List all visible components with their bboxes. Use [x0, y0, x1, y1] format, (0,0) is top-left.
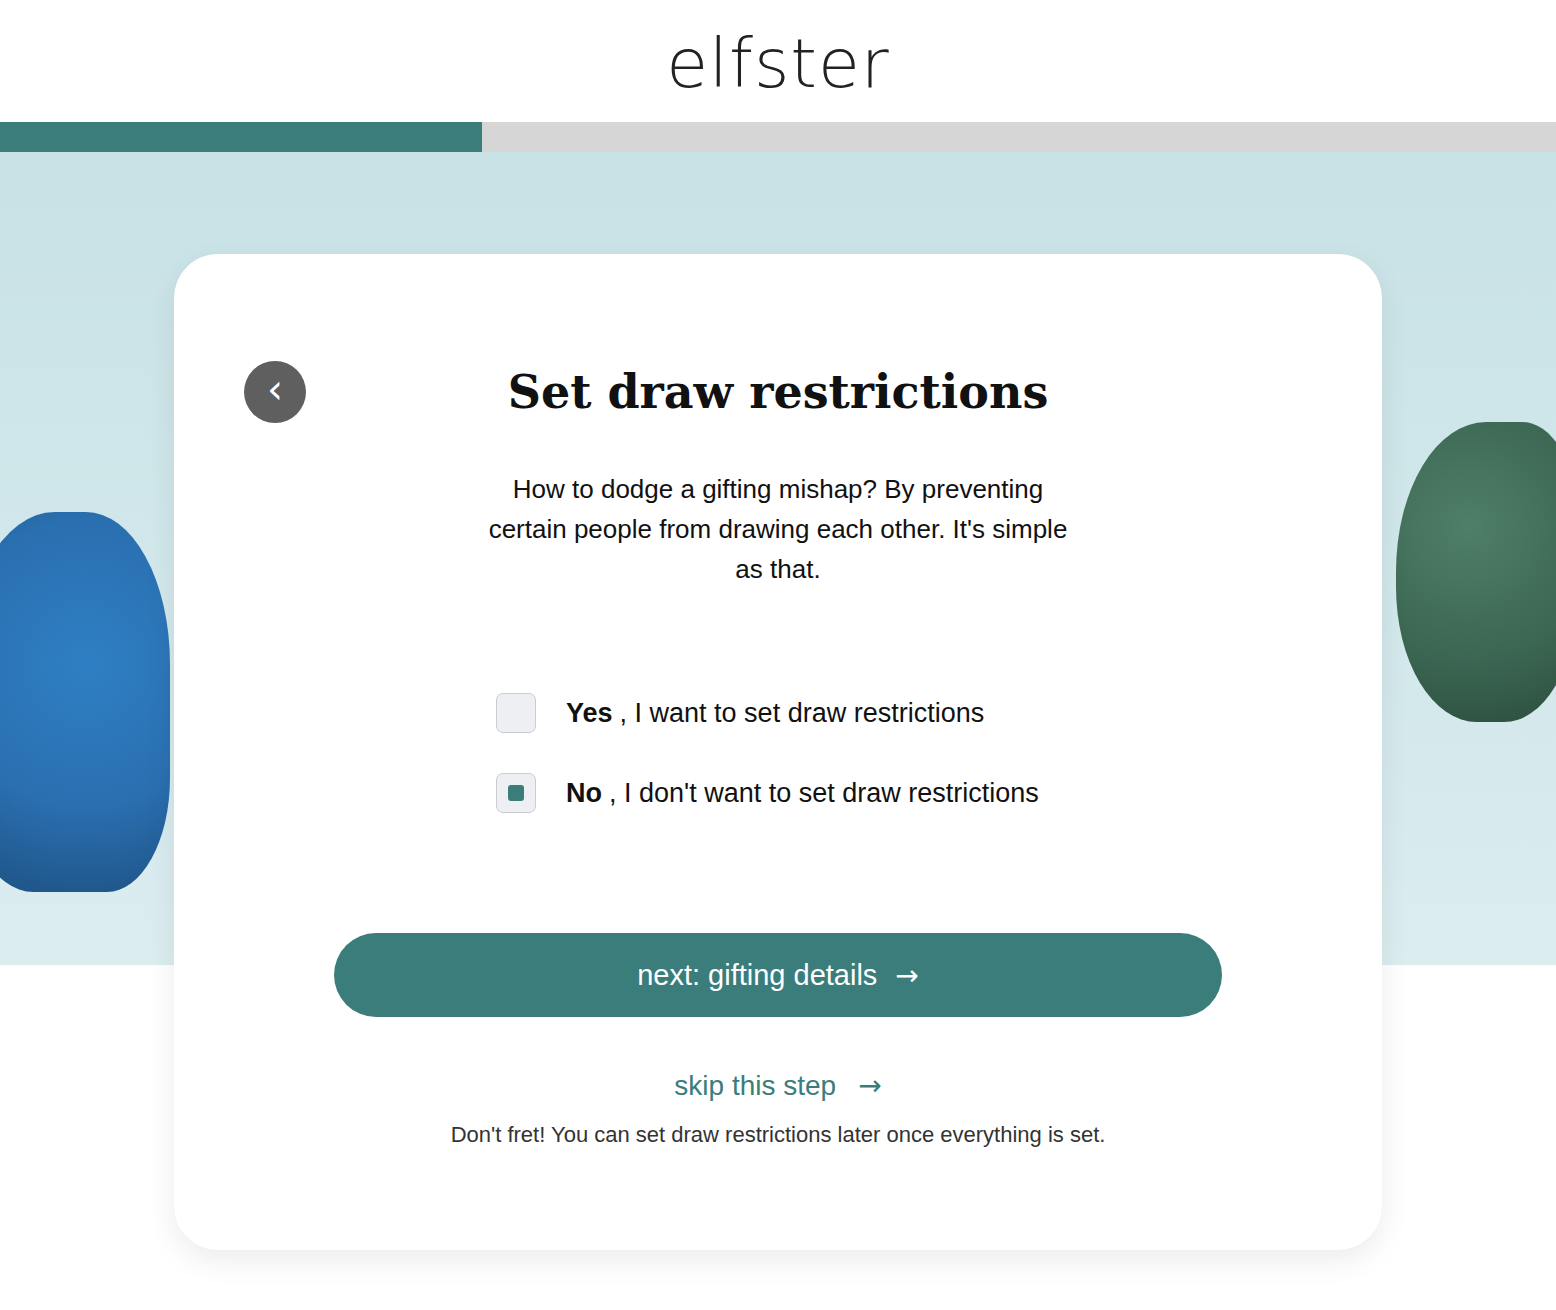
next-label: next: gifting details: [637, 959, 877, 992]
arrow-right-icon: →: [858, 1069, 881, 1102]
page: elfster ‹Set draw restrictions How to dodg…: [0, 0, 1556, 1310]
option-emphasis: Yes: [566, 698, 613, 728]
checkbox[interactable]: [496, 693, 536, 733]
option-text: , I want to set draw restrictions: [620, 698, 985, 728]
hero: ‹Set draw restrictions How to dodge a gif…: [0, 152, 1556, 1310]
option-emphasis: No: [566, 778, 602, 808]
next-button[interactable]: next: gifting details →: [334, 933, 1222, 1017]
card-description: How to dodge a gifting mishap? By preven…: [478, 469, 1078, 589]
dinosaur-figure: [1396, 422, 1556, 722]
progress-fill: [0, 122, 482, 152]
dinosaur-figure: [0, 512, 170, 892]
elfster-logo[interactable]: elfster: [666, 20, 890, 103]
option-label: No, I don't want to set draw restriction…: [566, 778, 1039, 809]
skip-label: skip this step: [674, 1070, 836, 1102]
option-row[interactable]: No, I don't want to set draw restriction…: [496, 773, 1183, 813]
option-row[interactable]: Yes, I want to set draw restrictions: [496, 693, 1183, 733]
arrow-right-icon: →: [895, 959, 918, 992]
back-button[interactable]: ‹: [244, 361, 306, 423]
skip-note: Don't fret! You can set draw restriction…: [451, 1122, 1106, 1148]
option-list: Yes, I want to set draw restrictionsNo, …: [373, 693, 1183, 813]
skip-link[interactable]: skip this step →: [674, 1069, 881, 1102]
progress-bar: [0, 122, 1556, 152]
title-row: ‹Set draw restrictions: [244, 361, 1312, 423]
header: elfster: [0, 0, 1556, 122]
option-text: , I don't want to set draw restrictions: [609, 778, 1039, 808]
checkbox-tick: [508, 785, 524, 801]
restrictions-card: ‹Set draw restrictions How to dodge a gif…: [174, 254, 1382, 1250]
card-title: Set draw restrictions: [306, 365, 1250, 419]
checkbox[interactable]: [496, 773, 536, 813]
option-label: Yes, I want to set draw restrictions: [566, 698, 984, 729]
